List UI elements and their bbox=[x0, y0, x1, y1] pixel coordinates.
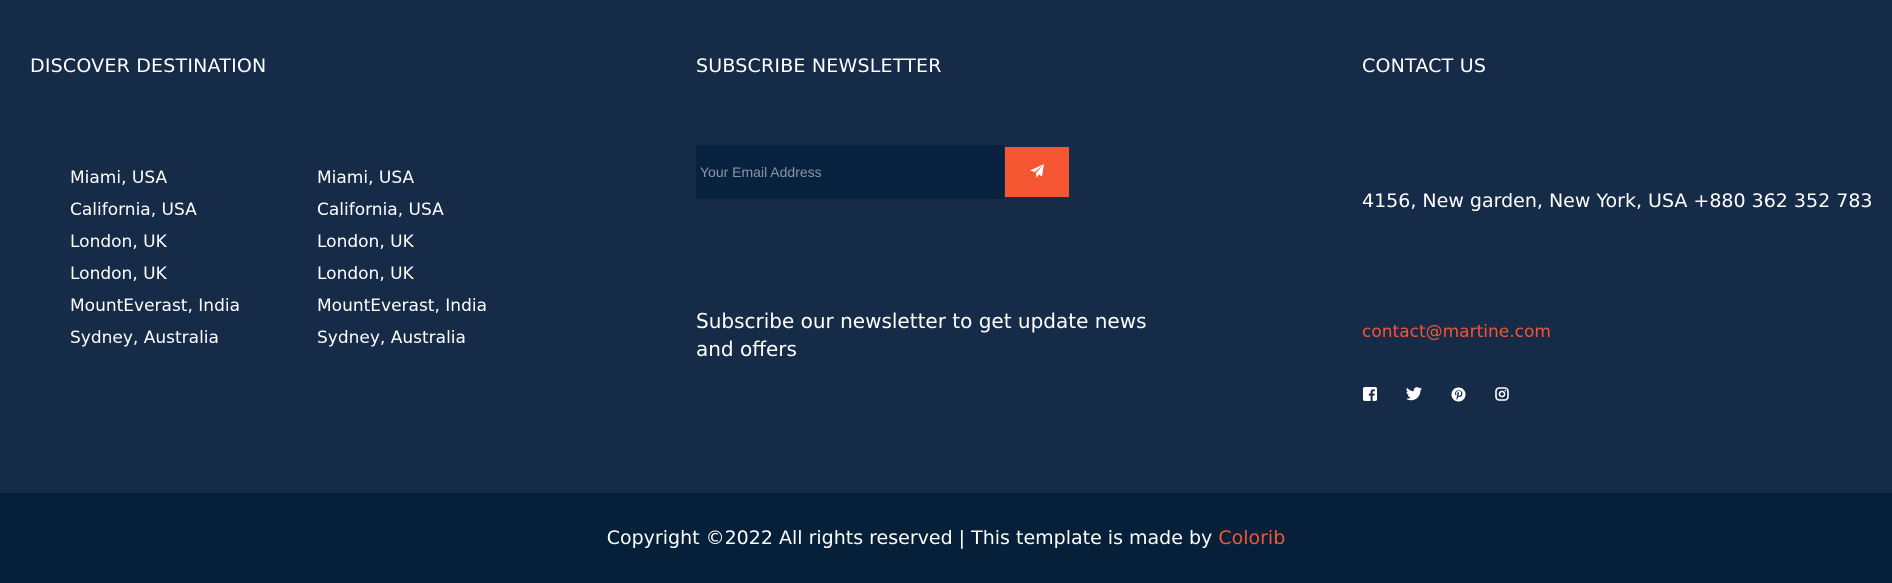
contact-title: CONTACT US bbox=[1362, 55, 1487, 77]
destination-item[interactable]: MountEverast, India bbox=[70, 290, 240, 322]
destination-link[interactable]: MountEverast, India bbox=[317, 296, 487, 316]
copyright-prefix: Copyright ©2022 All rights reserved | Th… bbox=[606, 527, 1219, 549]
instagram-icon[interactable] bbox=[1494, 386, 1510, 402]
destination-item[interactable]: California, USA bbox=[70, 194, 240, 226]
destination-item[interactable]: London, UK bbox=[317, 258, 487, 290]
destination-link[interactable]: London, UK bbox=[70, 232, 167, 252]
footer-bottom: Copyright ©2022 All rights reserved | Th… bbox=[0, 493, 1892, 583]
destination-list-1: Miami, USA California, USA London, UK Lo… bbox=[70, 162, 240, 354]
newsletter-title: SUBSCRIBE NEWSLETTER bbox=[696, 55, 942, 77]
destination-link[interactable]: Miami, USA bbox=[317, 168, 414, 188]
destination-item[interactable]: London, UK bbox=[317, 226, 487, 258]
destination-link[interactable]: London, UK bbox=[70, 264, 167, 284]
destination-item[interactable]: London, UK bbox=[70, 258, 240, 290]
destination-item[interactable]: California, USA bbox=[317, 194, 487, 226]
email-input[interactable] bbox=[696, 145, 1004, 199]
destination-item[interactable]: Sydney, Australia bbox=[70, 322, 240, 354]
contact-address: 4156, New garden, New York, USA +880 362… bbox=[1362, 190, 1873, 212]
destination-link[interactable]: Sydney, Australia bbox=[70, 328, 219, 348]
facebook-icon[interactable] bbox=[1362, 386, 1378, 402]
social-links bbox=[1362, 386, 1510, 402]
author-link[interactable]: Colorib bbox=[1218, 527, 1285, 549]
destination-item[interactable]: Miami, USA bbox=[317, 162, 487, 194]
contact-email-link[interactable]: contact@martine.com bbox=[1362, 322, 1551, 342]
destination-link[interactable]: London, UK bbox=[317, 264, 414, 284]
destination-item[interactable]: Sydney, Australia bbox=[317, 322, 487, 354]
destination-link[interactable]: Miami, USA bbox=[70, 168, 167, 188]
destination-list-2: Miami, USA California, USA London, UK Lo… bbox=[317, 162, 487, 354]
newsletter-description: Subscribe our newsletter to get update n… bbox=[696, 309, 1147, 361]
destination-link[interactable]: London, UK bbox=[317, 232, 414, 252]
destination-link[interactable]: MountEverast, India bbox=[70, 296, 240, 316]
paper-plane-icon bbox=[1029, 163, 1045, 182]
discover-title: DISCOVER DESTINATION bbox=[30, 55, 267, 77]
destination-item[interactable]: Miami, USA bbox=[70, 162, 240, 194]
destination-link[interactable]: California, USA bbox=[70, 200, 197, 220]
destination-link[interactable]: Sydney, Australia bbox=[317, 328, 466, 348]
destination-item[interactable]: MountEverast, India bbox=[317, 290, 487, 322]
subscribe-button[interactable] bbox=[1005, 147, 1069, 197]
destination-item[interactable]: London, UK bbox=[70, 226, 240, 258]
pinterest-icon[interactable] bbox=[1450, 386, 1466, 402]
destination-link[interactable]: California, USA bbox=[317, 200, 444, 220]
twitter-icon[interactable] bbox=[1406, 386, 1422, 402]
newsletter-form bbox=[696, 145, 1069, 199]
copyright-text: Copyright ©2022 All rights reserved | Th… bbox=[607, 527, 1286, 549]
footer-top: DISCOVER DESTINATION Miami, USA Californ… bbox=[0, 0, 1892, 493]
